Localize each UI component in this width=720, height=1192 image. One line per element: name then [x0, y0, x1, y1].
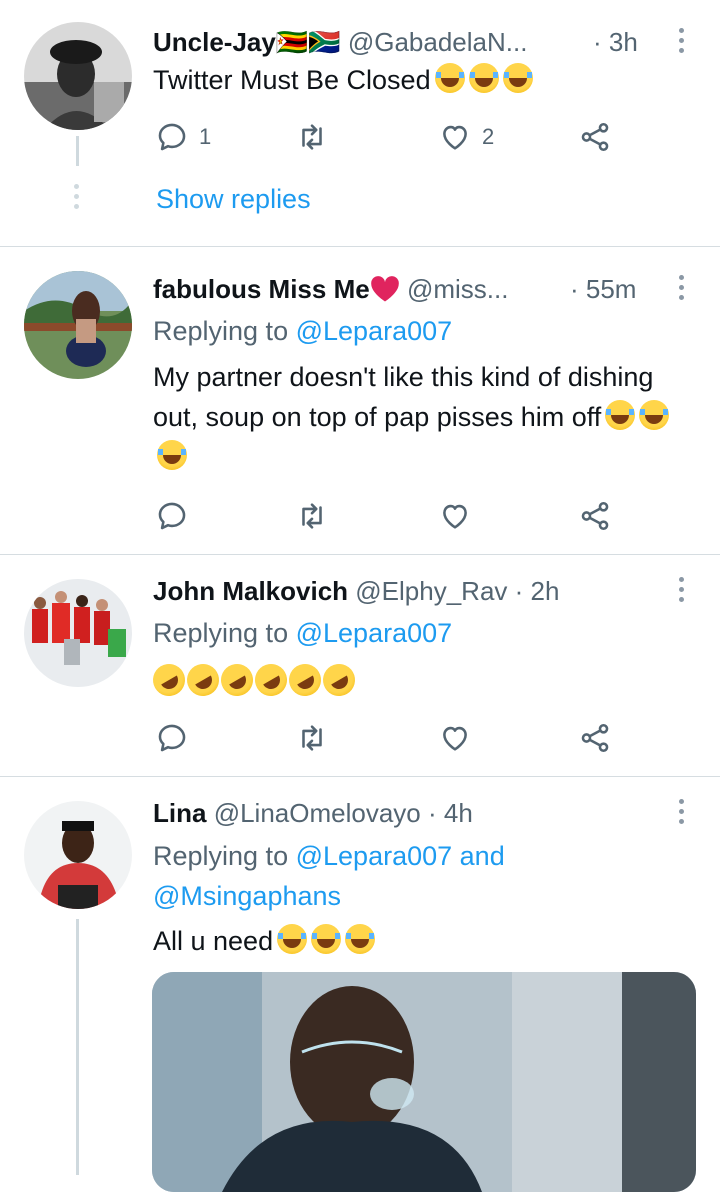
reply-icon — [158, 724, 186, 752]
retweet-button[interactable] — [295, 499, 329, 533]
tweet-john-malkovich[interactable]: John Malkovich @Elphy_Rav · 2h Replying … — [0, 555, 720, 777]
rofl-emoji — [215, 658, 259, 702]
replying-to-label: Replying to — [153, 841, 289, 871]
like-button[interactable] — [438, 499, 472, 533]
replying-to-label: Replying to — [153, 618, 289, 648]
heart-icon — [443, 726, 467, 751]
like-button[interactable]: 2 — [438, 120, 494, 154]
tears-of-joy-emoji — [277, 924, 308, 954]
timestamp[interactable]: · 2h — [515, 576, 560, 606]
red-heart-emoji — [370, 276, 399, 302]
mention-link[interactable]: @Lepara007 — [296, 316, 453, 346]
handle[interactable]: @GabadelaN... — [348, 27, 528, 57]
tweet-media-image[interactable] — [152, 972, 696, 1192]
retweet-icon — [302, 725, 322, 751]
thread-line — [76, 919, 79, 1175]
tweet-fabulous-miss-me[interactable]: fabulous Miss Me @miss... · 55m Replying… — [0, 247, 720, 555]
rofl-emoji — [181, 658, 225, 702]
share-icon — [581, 122, 609, 152]
reply-icon — [158, 123, 186, 151]
replying-to-label: Replying to — [153, 316, 289, 346]
rofl-emoji — [283, 658, 327, 702]
display-name[interactable]: fabulous Miss Me — [153, 274, 370, 304]
retweet-button[interactable] — [295, 120, 329, 154]
avatar[interactable] — [24, 579, 132, 687]
tears-of-joy-emoji — [502, 63, 533, 93]
rofl-emoji — [317, 658, 361, 702]
action-bar — [155, 499, 615, 533]
share-icon — [581, 501, 609, 531]
handle[interactable]: @miss... — [407, 274, 509, 304]
more-icon[interactable] — [678, 275, 684, 300]
heart-icon — [443, 504, 467, 529]
tweet-text: Twitter Must Be Closed — [153, 60, 670, 100]
show-replies-link[interactable]: Show replies — [156, 184, 311, 215]
share-button[interactable] — [578, 499, 612, 533]
replying-to: Replying to @Lepara007 — [153, 613, 670, 653]
replying-to: Replying to @Lepara007 — [153, 311, 670, 351]
and-label: and — [459, 841, 505, 871]
tears-of-joy-emoji — [345, 924, 376, 954]
tweet-header: Uncle-Jay🇿🇼🇿🇦 @GabadelaN... — [153, 26, 660, 58]
action-bar — [155, 721, 615, 755]
display-name[interactable]: Uncle-Jay — [153, 27, 276, 57]
retweet-button[interactable] — [295, 721, 329, 755]
heart-icon — [443, 125, 467, 150]
share-button[interactable] — [578, 721, 612, 755]
display-name[interactable]: John Malkovich — [153, 576, 348, 606]
action-bar: 1 2 — [155, 120, 615, 154]
reply-count: 1 — [199, 124, 212, 149]
timestamp[interactable]: · 3h — [593, 26, 638, 58]
avatar[interactable] — [24, 22, 132, 130]
tweet-header: John Malkovich @Elphy_Rav · 2h — [153, 575, 660, 607]
reply-icon — [158, 502, 186, 530]
retweet-icon — [302, 124, 322, 150]
reply-button[interactable] — [155, 499, 189, 533]
tears-of-joy-emoji — [605, 400, 636, 430]
tears-of-joy-emoji — [639, 400, 670, 430]
reply-button[interactable]: 1 — [155, 120, 211, 154]
mention-link[interactable]: @Lepara007 — [296, 841, 453, 871]
retweet-icon — [302, 503, 322, 529]
rofl-emoji — [249, 658, 293, 702]
tweet-header: Lina @LinaOmelovayo · 4h — [153, 797, 660, 829]
tears-of-joy-emoji — [311, 924, 342, 954]
thread-ellipsis — [74, 184, 79, 209]
mention-link-2[interactable]: @Msingaphans — [153, 881, 341, 911]
share-button[interactable] — [578, 120, 612, 154]
like-button[interactable] — [438, 721, 472, 755]
tears-of-joy-emoji — [468, 63, 499, 93]
timestamp[interactable]: · 55m — [570, 273, 636, 305]
timestamp[interactable]: · 4h — [428, 798, 473, 828]
avatar[interactable] — [24, 271, 132, 379]
tweet-text — [147, 658, 670, 703]
display-name[interactable]: Lina — [153, 798, 206, 828]
tweet-text-content: Twitter Must Be Closed — [153, 65, 431, 95]
share-icon — [581, 723, 609, 753]
tweet-uncle-jay[interactable]: Uncle-Jay🇿🇼🇿🇦 @GabadelaN... · 3h Twitter… — [0, 0, 720, 247]
tears-of-joy-emoji — [434, 63, 465, 93]
thread-line — [76, 136, 79, 166]
mention-link[interactable]: @Lepara007 — [296, 618, 453, 648]
more-icon[interactable] — [678, 577, 684, 602]
tweet-text: My partner doesn't like this kind of dis… — [153, 357, 670, 477]
rofl-emoji — [147, 658, 191, 702]
like-count: 2 — [482, 124, 495, 149]
replying-to: Replying to @Lepara007 and @Msingaphans — [153, 836, 670, 916]
reply-button[interactable] — [155, 721, 189, 755]
flag-emojis: 🇿🇼🇿🇦 — [275, 27, 341, 57]
avatar[interactable] — [24, 801, 132, 909]
tweet-text: All u need — [153, 921, 670, 961]
handle[interactable]: @Elphy_Rav — [355, 576, 507, 606]
tweet-text-content: All u need — [153, 926, 274, 956]
tears-of-joy-emoji — [157, 440, 187, 470]
more-icon[interactable] — [678, 799, 684, 824]
tweet-text-content: My partner doesn't like this kind of dis… — [153, 362, 654, 432]
more-icon[interactable] — [678, 28, 684, 53]
handle[interactable]: @LinaOmelovayo — [214, 798, 421, 828]
